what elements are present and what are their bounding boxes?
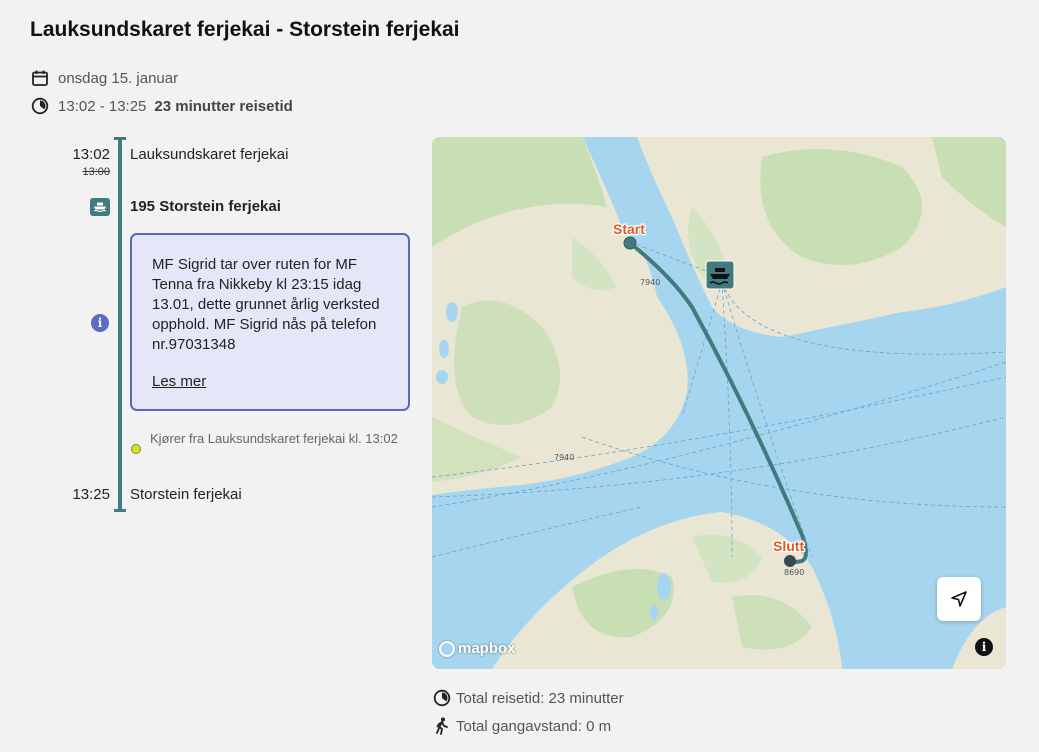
calendar-icon — [30, 68, 50, 88]
road-label: 7940 — [554, 453, 574, 462]
trip-time-range: 13:02 - 13:25 — [58, 97, 147, 115]
timeline-end-cap — [114, 509, 126, 512]
start-label: Start — [613, 221, 645, 237]
locate-button[interactable] — [937, 577, 981, 621]
end-stop: Storstein ferjekai — [130, 486, 242, 503]
start-stop: Lauksundskaret ferjekai — [130, 146, 289, 163]
time-row: 13:02 - 13:25 23 minutter reisetid — [30, 96, 293, 116]
mapbox-logo[interactable]: mapbox — [439, 640, 516, 657]
departure-status-dot — [131, 444, 141, 454]
road-label: 8690 — [784, 568, 804, 577]
trip-duration: 23 minutter reisetid — [154, 97, 293, 115]
notice-text: MF Sigrid tar over ruten for MF Tenna fr… — [152, 256, 380, 353]
end-label: Slutt — [773, 538, 804, 554]
read-more-link[interactable]: Les mer — [152, 373, 206, 390]
map-canvas: 7940 7940 8690 Start Slutt — [432, 137, 1006, 669]
walk-distance: Total gangavstand: 0 m — [456, 717, 612, 735]
navigation-arrow-icon — [951, 591, 967, 607]
mapbox-logo-text: mapbox — [458, 640, 516, 657]
timeline-line — [118, 138, 122, 511]
clock-icon — [432, 688, 452, 708]
attribution-info-icon[interactable]: i — [975, 638, 993, 656]
end-marker — [784, 555, 796, 567]
clock-icon — [30, 96, 50, 116]
mapbox-logo-icon — [439, 640, 455, 657]
service-notice: MF Sigrid tar over ruten for MF Tenna fr… — [130, 233, 410, 411]
start-marker — [623, 236, 637, 250]
end-time: 13:25 — [72, 486, 110, 503]
start-time: 13:02 — [72, 146, 110, 163]
date-row: onsdag 15. januar — [30, 68, 178, 88]
planned-start-time: 13:00 — [82, 166, 110, 178]
ferry-terminal-icon — [705, 260, 735, 290]
info-icon: i — [91, 314, 109, 332]
total-time-row: Total reisetid: 23 minutter — [432, 688, 624, 708]
trip-date: onsdag 15. januar — [58, 69, 179, 87]
page-title: Lauksundskaret ferjekai - Storstein ferj… — [30, 18, 460, 41]
road-label: 7940 — [640, 278, 660, 287]
walking-icon — [432, 716, 452, 736]
line-name: 195 Storstein ferjekai — [130, 198, 281, 215]
walk-distance-row: Total gangavstand: 0 m — [432, 716, 611, 736]
ferry-icon — [90, 198, 110, 216]
route-map[interactable]: 7940 7940 8690 Start Slutt i mapbox — [432, 137, 1006, 669]
total-time: Total reisetid: 23 minutter — [456, 689, 624, 707]
departure-note: Kjører fra Lauksundskaret ferjekai kl. 1… — [150, 431, 398, 446]
timeline-start-cap — [114, 137, 126, 140]
